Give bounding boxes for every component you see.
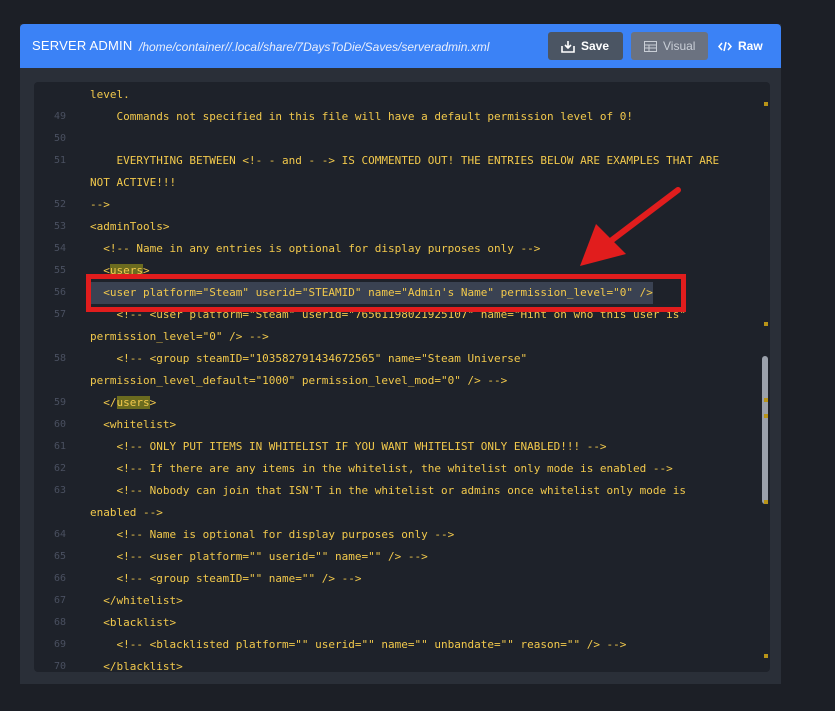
line-number: 69 [53, 639, 66, 650]
line-number: 50 [53, 133, 66, 144]
code-line[interactable]: 63 <!-- Nobody can join that ISN'T in th… [34, 480, 754, 502]
line-number: 51 [53, 155, 66, 166]
line-number: 56 [53, 287, 66, 298]
visual-label: Visual [663, 39, 696, 53]
code-line[interactable]: 58 <!-- <group steamID="1035827914346725… [34, 348, 754, 370]
code-line[interactable]: 69 <!-- <blacklisted platform="" userid=… [34, 634, 754, 656]
code-line[interactable]: 53 <adminTools> [34, 216, 754, 238]
line-number: 58 [53, 353, 66, 364]
code-line[interactable]: 62 <!-- If there are any items in the wh… [34, 458, 754, 480]
code-text: <blacklist> [90, 616, 177, 629]
line-number: 59 [53, 397, 66, 408]
line-number: 60 [53, 419, 66, 430]
page-title: SERVER ADMIN [32, 38, 133, 53]
code-line[interactable]: 66 <!-- <group steamID="" name="" /> --> [34, 568, 754, 590]
scroll-marker [764, 500, 768, 504]
code-text: <whitelist> [90, 418, 177, 431]
save-label: Save [581, 39, 610, 53]
code-text: <!-- <blacklisted platform="" userid="" … [90, 638, 627, 651]
code-line[interactable]: 49 Commands not specified in this file w… [34, 106, 754, 128]
code-line[interactable]: 68 <blacklist> [34, 612, 754, 634]
code-text: <!-- Nobody can join that ISN'T in the w… [90, 484, 687, 497]
code-text: <!-- Name is optional for display purpos… [90, 528, 455, 541]
code-line[interactable]: 64 <!-- Name is optional for display pur… [34, 524, 754, 546]
code-line[interactable]: 52 --> [34, 194, 754, 216]
code-line[interactable]: level. [34, 84, 754, 106]
code-line[interactable]: NOT ACTIVE!!! [34, 172, 754, 194]
code-line[interactable]: 67 </whitelist> [34, 590, 754, 612]
search-highlight: users [116, 396, 150, 409]
scrollbar-thumb[interactable] [762, 356, 768, 504]
code-text: level. [90, 88, 130, 101]
code-line[interactable]: 70 </blacklist> [34, 656, 754, 672]
code-text: <!-- <group steamID="" name="" /> --> [90, 572, 362, 585]
code-text: enabled --> [90, 506, 163, 519]
scroll-marker [764, 398, 768, 402]
line-number: 67 [53, 595, 66, 606]
line-number: 65 [53, 551, 66, 562]
line-number: 70 [53, 661, 66, 672]
scroll-marker [764, 654, 768, 658]
scroll-marker [764, 414, 768, 418]
save-button[interactable]: Save [548, 32, 623, 60]
code-text: permission_level_default="1000" permissi… [90, 374, 508, 387]
code-line[interactable]: 61 <!-- ONLY PUT ITEMS IN WHITELIST IF Y… [34, 436, 754, 458]
code-text: EVERYTHING BETWEEN <!- - and - -> IS COM… [90, 154, 720, 167]
raw-label: Raw [738, 39, 763, 53]
code-line[interactable]: 65 <!-- <user platform="" userid="" name… [34, 546, 754, 568]
line-number: 62 [53, 463, 66, 474]
code-text: <!-- <user platform="" userid="" name=""… [90, 550, 428, 563]
code-text: <!-- Name in any entries is optional for… [90, 242, 541, 255]
visual-button[interactable]: Visual [631, 32, 708, 60]
code-line[interactable]: enabled --> [34, 502, 754, 524]
code-text: </users> [90, 396, 157, 409]
code-text: <!-- <group steamID="103582791434672565"… [90, 352, 528, 365]
code-line[interactable]: 50 [34, 128, 754, 150]
line-number: 66 [53, 573, 66, 584]
line-number: 55 [53, 265, 66, 276]
code-line[interactable]: 54 <!-- Name in any entries is optional … [34, 238, 754, 260]
line-number: 64 [53, 529, 66, 540]
line-number: 52 [53, 199, 66, 210]
table-icon [644, 40, 657, 52]
code-text: permission_level="0" /> --> [90, 330, 269, 343]
line-number: 63 [53, 485, 66, 496]
code-editor[interactable]: level. 49 Commands not specified in this … [34, 82, 770, 672]
code-icon [718, 41, 732, 51]
code-text: NOT ACTIVE!!! [90, 176, 177, 189]
code-line[interactable]: 51 EVERYTHING BETWEEN <!- - and - -> IS … [34, 150, 754, 172]
save-icon [561, 40, 575, 53]
header-bar: SERVER ADMIN /home/container//.local/sha… [20, 24, 781, 68]
code-text: <!-- ONLY PUT ITEMS IN WHITELIST IF YOU … [90, 440, 607, 453]
scroll-marker [764, 322, 768, 326]
file-path: /home/container//.local/share/7DaysToDie… [139, 40, 490, 54]
line-number: 54 [53, 243, 66, 254]
code-line[interactable]: permission_level="0" /> --> [34, 326, 754, 348]
code-text: Commands not specified in this file will… [90, 110, 634, 123]
scroll-marker [764, 102, 768, 106]
annotation-highlight-box [86, 274, 686, 312]
code-text: </blacklist> [90, 660, 183, 672]
code-text: </whitelist> [90, 594, 183, 607]
code-text: <!-- If there are any items in the white… [90, 462, 673, 475]
code-text: --> [90, 198, 110, 211]
code-line[interactable]: 60 <whitelist> [34, 414, 754, 436]
line-number: 68 [53, 617, 66, 628]
line-number: 57 [53, 309, 66, 320]
line-number: 61 [53, 441, 66, 452]
line-number: 53 [53, 221, 66, 232]
raw-button[interactable]: Raw [714, 32, 772, 60]
code-line[interactable]: permission_level_default="1000" permissi… [34, 370, 754, 392]
code-line[interactable]: 59 </users> [34, 392, 754, 414]
line-number: 49 [53, 111, 66, 122]
code-text: <adminTools> [90, 220, 170, 233]
